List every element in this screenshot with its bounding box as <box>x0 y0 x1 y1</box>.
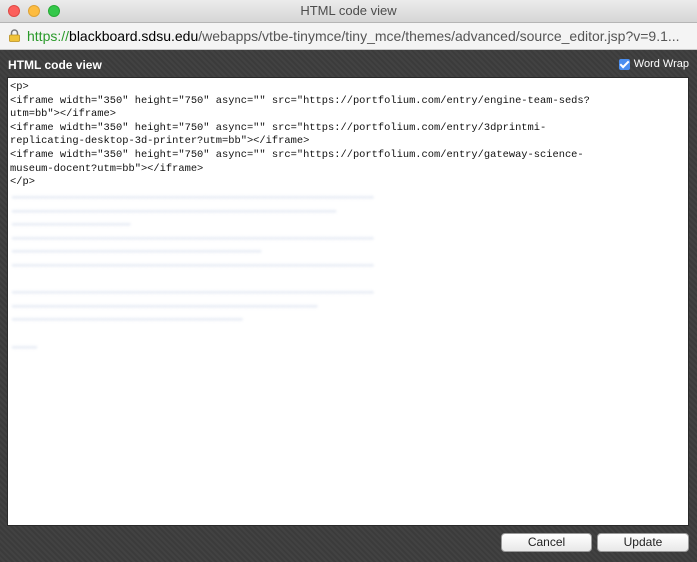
code-line: <iframe width="350" height="750" async="… <box>10 148 584 161</box>
browser-window: HTML code view https://blackboard.sdsu.e… <box>0 0 697 562</box>
dialog-header: HTML code view Word Wrap <box>0 50 697 76</box>
window-title: HTML code view <box>300 3 397 18</box>
code-line: <iframe width="350" height="750" async="… <box>10 121 547 134</box>
code-line: utm=bb"></iframe> <box>10 108 117 121</box>
url-host: blackboard.sdsu.edu <box>69 28 199 44</box>
url-bar[interactable]: https://blackboard.sdsu.edu/webapps/vtbe… <box>0 23 697 50</box>
faded-editor-residue: ▬▬▬▬▬▬▬▬▬▬▬▬▬▬▬▬▬▬▬▬▬▬▬▬▬▬▬▬▬▬▬▬▬▬▬▬▬▬▬▬… <box>12 191 374 353</box>
code-line: museum-docent?utm=bb"></iframe> <box>10 162 204 175</box>
title-bar: HTML code view <box>0 0 697 23</box>
code-line: <p> <box>10 81 29 93</box>
dialog-footer: Cancel Update <box>0 526 697 562</box>
word-wrap-toggle[interactable]: Word Wrap <box>618 58 689 70</box>
code-editor-textarea[interactable]: <p> <iframe width="350" height="750" asy… <box>7 77 689 526</box>
cancel-button[interactable]: Cancel <box>501 533 592 552</box>
url-text[interactable]: https://blackboard.sdsu.edu/webapps/vtbe… <box>27 28 692 44</box>
word-wrap-label: Word Wrap <box>633 58 689 70</box>
code-line: </p> <box>10 176 35 189</box>
word-wrap-checkbox[interactable] <box>618 58 630 70</box>
lock-icon <box>9 29 20 42</box>
html-code-view-dialog: HTML code view Word Wrap <p> <iframe wid… <box>0 50 697 562</box>
code-line: replicating-desktop-3d-printer?utm=bb"><… <box>10 135 310 148</box>
dialog-title: HTML code view <box>8 58 102 72</box>
code-content[interactable]: <p> <iframe width="350" height="750" asy… <box>10 81 670 190</box>
code-line: <iframe width="350" height="750" async="… <box>10 94 590 107</box>
url-path: /webapps/vtbe-tinymce/tiny_mce/themes/ad… <box>198 28 680 44</box>
url-scheme: https:// <box>27 28 70 44</box>
update-button[interactable]: Update <box>597 533 689 552</box>
